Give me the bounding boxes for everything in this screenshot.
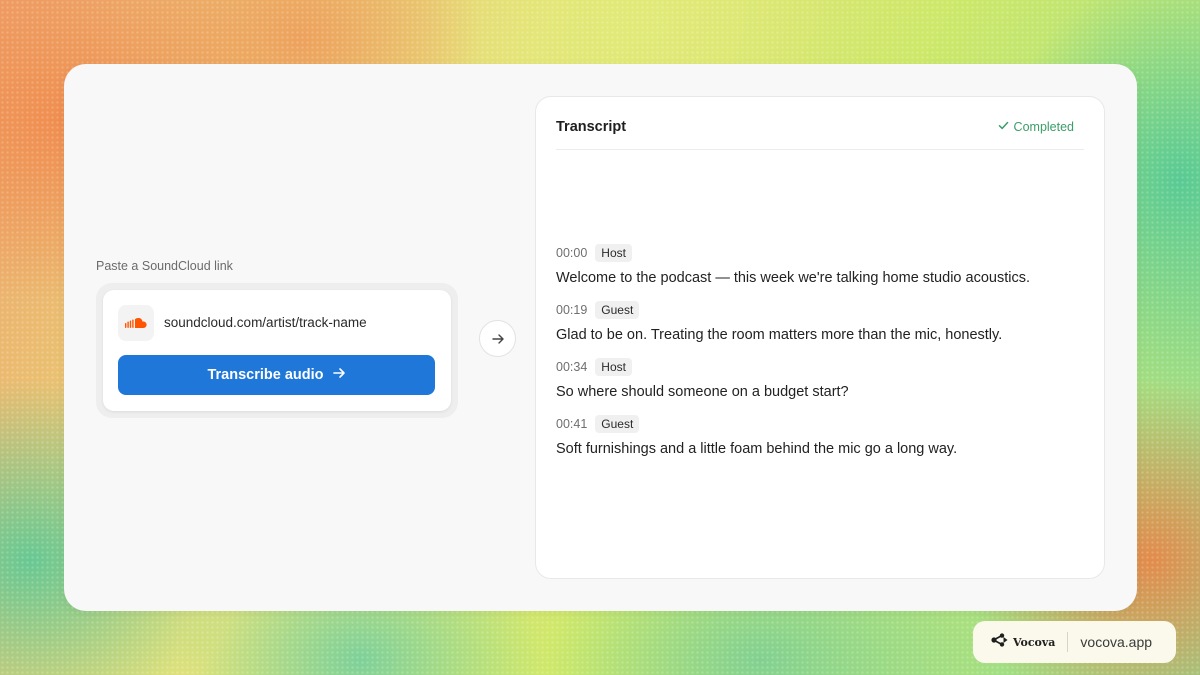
timestamp: 00:34 <box>556 360 588 374</box>
transcribe-button-label: Transcribe audio <box>207 367 324 383</box>
transcript-line: Glad to be on. Treating the room matters… <box>556 327 1003 343</box>
transcript-entry: 00:19 Guest Glad to be on. Treating the … <box>556 300 1086 343</box>
speaker-tag: Host <box>595 358 632 376</box>
brand-url-link[interactable]: vocova.app <box>1080 634 1152 650</box>
vocova-logo: Vocova <box>991 632 1056 652</box>
transcript-title: Transcript <box>556 119 627 135</box>
main-card: Paste a SoundCloud link soundcloud.com/a… <box>64 64 1137 611</box>
transcript-line: So where should someone on a budget star… <box>556 384 849 400</box>
vocova-logo-icon <box>991 632 1009 652</box>
transcript-panel: Transcript Completed 00:00 Host Welcome … <box>535 96 1105 579</box>
timestamp: 00:00 <box>556 246 588 260</box>
soundcloud-url-input[interactable]: soundcloud.com/artist/track-name <box>164 315 367 330</box>
timestamp: 00:41 <box>556 417 588 431</box>
transcript-entry: 00:41 Guest Soft furnishings and a littl… <box>556 414 1086 457</box>
link-input-panel: soundcloud.com/artist/track-name Transcr… <box>96 283 458 418</box>
paste-link-label: Paste a SoundCloud link <box>96 259 233 273</box>
brand-footer[interactable]: Vocova vocova.app <box>973 621 1176 663</box>
link-input-box: soundcloud.com/artist/track-name Transcr… <box>103 290 451 411</box>
brand-name: Vocova <box>1013 635 1056 649</box>
transcript-entry: 00:00 Host Welcome to the podcast — this… <box>556 243 1086 286</box>
transcript-entry: 00:34 Host So where should someone on a … <box>556 357 1086 400</box>
status-text: Completed <box>1013 120 1074 134</box>
speaker-tag: Guest <box>595 301 640 319</box>
transcript-line: Soft furnishings and a little foam behin… <box>556 441 958 457</box>
soundcloud-icon <box>118 305 154 341</box>
transcript-line: Welcome to the podcast — this week we're… <box>556 270 1030 286</box>
transcribe-audio-button[interactable]: Transcribe audio <box>118 355 435 395</box>
divider <box>556 149 1084 150</box>
transcript-list: 00:00 Host Welcome to the podcast — this… <box>556 243 1086 471</box>
timestamp: 00:19 <box>556 303 588 317</box>
speaker-tag: Guest <box>595 415 640 433</box>
arrow-right-icon <box>332 366 346 384</box>
arrow-right-icon <box>479 320 516 357</box>
check-icon <box>998 120 1009 134</box>
speaker-tag: Host <box>595 244 632 262</box>
status-badge: Completed <box>998 120 1074 134</box>
divider <box>1067 632 1069 652</box>
